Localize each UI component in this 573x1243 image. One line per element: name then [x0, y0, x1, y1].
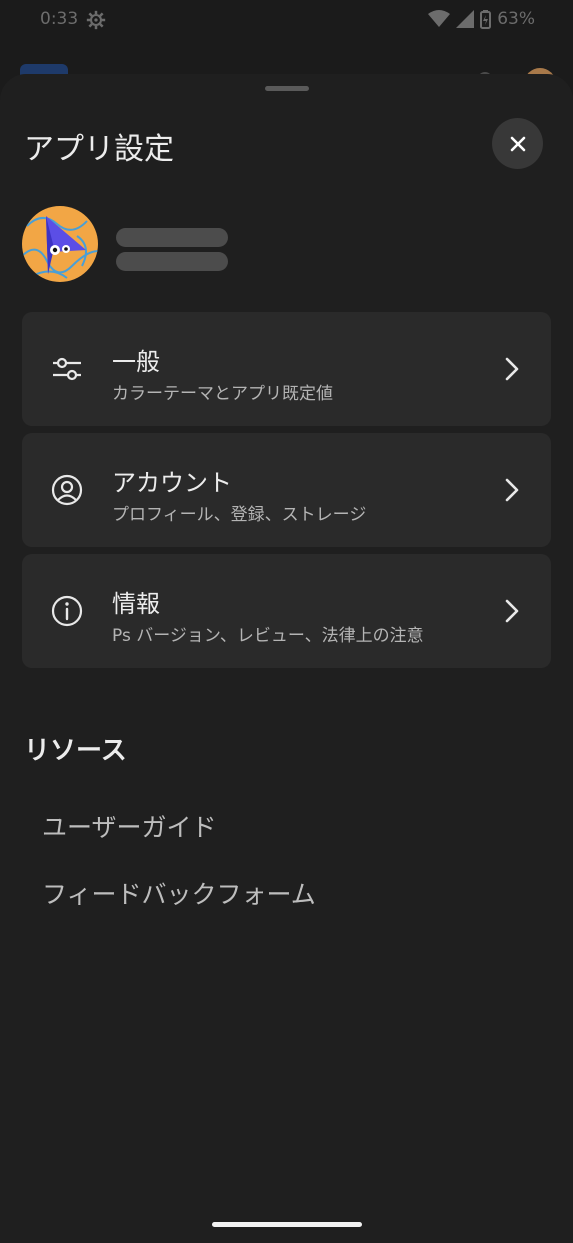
- close-icon: [510, 136, 525, 151]
- sliders-icon: [53, 357, 81, 381]
- page-title: アプリ設定: [24, 132, 174, 167]
- menu-item-label: 一般: [112, 348, 160, 376]
- status-bar: 0:33 63%: [0, 0, 573, 40]
- home-indicator[interactable]: [212, 1222, 362, 1227]
- battery-percent: 63%: [497, 9, 535, 29]
- menu-item-subtitle: プロフィール、登録、ストレージ: [112, 505, 367, 525]
- chevron-right-icon: [505, 478, 519, 502]
- status-time: 0:33: [40, 9, 79, 29]
- drag-handle[interactable]: [265, 86, 309, 91]
- settings-sheet: アプリ設定 一般 カラーテーマとアプリ既定値 アカウント プロフィール、登録、ス…: [0, 74, 573, 1243]
- menu-item-subtitle: カラーテーマとアプリ既定値: [112, 384, 333, 404]
- chevron-right-icon: [505, 357, 519, 381]
- battery-icon: [480, 9, 492, 29]
- avatar[interactable]: [22, 206, 98, 282]
- profile-email-placeholder: [116, 252, 228, 271]
- settings-gear-icon: [86, 10, 106, 30]
- profile-name-placeholder: [116, 228, 228, 247]
- user-guide-link[interactable]: ユーザーガイド: [42, 808, 217, 844]
- avatar-image: [22, 206, 98, 282]
- wifi-icon: [428, 10, 451, 27]
- close-button[interactable]: [492, 118, 543, 169]
- cell-signal-icon: [456, 10, 475, 28]
- account-circle-icon: [51, 474, 83, 506]
- chevron-right-icon: [505, 599, 519, 623]
- menu-item-label: 情報: [112, 590, 160, 618]
- menu-item-label: アカウント: [112, 469, 232, 497]
- menu-item-account[interactable]: アカウント プロフィール、登録、ストレージ: [22, 433, 551, 547]
- resources-heading: リソース: [24, 736, 127, 766]
- menu-item-general[interactable]: 一般 カラーテーマとアプリ既定値: [22, 312, 551, 426]
- menu-item-info[interactable]: 情報 Ps バージョン、レビュー、法律上の注意: [22, 554, 551, 668]
- feedback-form-link[interactable]: フィードバックフォーム: [42, 875, 316, 911]
- info-icon: [51, 595, 83, 627]
- menu-item-subtitle: Ps バージョン、レビュー、法律上の注意: [112, 626, 424, 646]
